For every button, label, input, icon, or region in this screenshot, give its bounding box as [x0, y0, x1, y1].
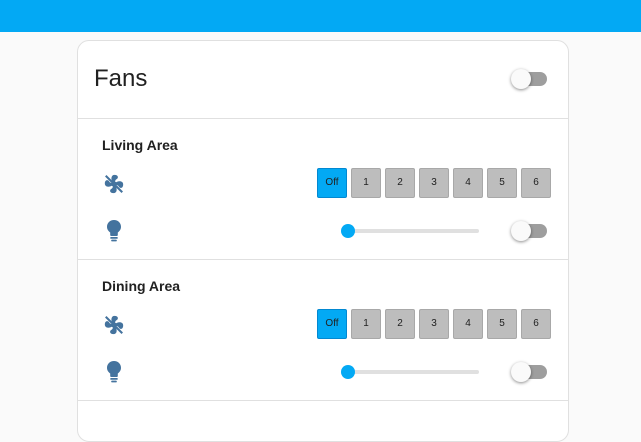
speed-button-1[interactable]: 1	[351, 309, 381, 339]
section-title: Living Area	[102, 137, 178, 153]
lightbulb-icon[interactable]	[105, 360, 123, 384]
speed-button-6[interactable]: 6	[521, 309, 551, 339]
speed-button-4[interactable]: 4	[453, 309, 483, 339]
slider-knob[interactable]	[341, 224, 355, 238]
fan-off-icon[interactable]	[103, 173, 125, 195]
speed-button-3[interactable]: 3	[419, 168, 449, 198]
speed-button-5[interactable]: 5	[487, 168, 517, 198]
light-toggle[interactable]	[511, 362, 547, 382]
slider-rail	[345, 229, 479, 233]
speed-button-2[interactable]: 2	[385, 168, 415, 198]
speed-button-off[interactable]: Off	[317, 168, 347, 198]
lightbulb-icon[interactable]	[105, 219, 123, 243]
speed-button-2[interactable]: 2	[385, 309, 415, 339]
speed-button-off[interactable]: Off	[317, 309, 347, 339]
fan-off-icon[interactable]	[103, 314, 125, 336]
card-title: Fans	[94, 65, 148, 92]
speed-button-3[interactable]: 3	[419, 309, 449, 339]
fan-section-dining-area: Dining Area Off 1 2 3 4 5 6	[78, 260, 568, 401]
slider-knob[interactable]	[341, 365, 355, 379]
light-toggle[interactable]	[511, 221, 547, 241]
brightness-slider[interactable]	[341, 365, 481, 379]
speed-button-5[interactable]: 5	[487, 309, 517, 339]
master-toggle[interactable]	[511, 69, 547, 89]
fan-section-living-area: Living Area Off 1 2 3 4 5 6	[78, 119, 568, 260]
app-header-bar	[0, 0, 641, 32]
speed-button-6[interactable]: 6	[521, 168, 551, 198]
speed-button-4[interactable]: 4	[453, 168, 483, 198]
brightness-slider[interactable]	[341, 224, 481, 238]
slider-rail	[345, 370, 479, 374]
card-header: Fans	[78, 41, 568, 119]
speed-button-1[interactable]: 1	[351, 168, 381, 198]
section-title: Dining Area	[102, 278, 181, 294]
fans-card: Fans Living Area Off 1 2 3 4 5 6 Dining …	[77, 40, 569, 442]
toggle-thumb	[511, 221, 531, 241]
toggle-thumb	[511, 362, 531, 382]
toggle-thumb	[511, 69, 531, 89]
